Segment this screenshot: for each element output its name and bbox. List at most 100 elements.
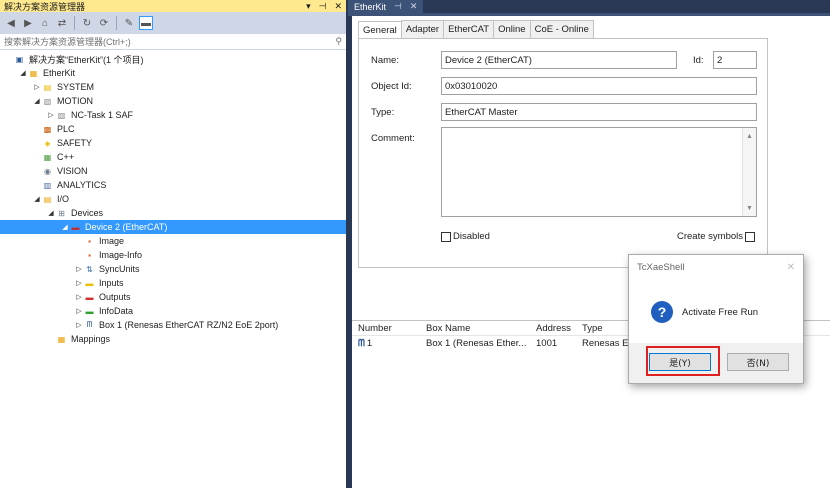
checkbox-box[interactable] (441, 231, 451, 242)
disabled-label: Disabled (453, 231, 490, 242)
tree-node-label: Mappings (71, 334, 111, 344)
close-icon[interactable]: ✕ (787, 262, 795, 273)
tree-node[interactable]: ◉ VISION (0, 164, 346, 178)
document-tabstrip: EtherKit ⊣ ✕ (348, 0, 830, 13)
close-icon[interactable]: ✕ (410, 1, 418, 12)
tree-node[interactable]: ▦ C++ (0, 150, 346, 164)
pin-icon[interactable]: ⊣ (319, 1, 327, 12)
id-field[interactable]: 2 (713, 51, 757, 69)
tree-node[interactable]: ◢ ▬ Device 2 (EtherCAT) (0, 220, 346, 234)
forward-icon[interactable]: ▶ (21, 16, 35, 30)
expand-icon[interactable]: ▷ (74, 307, 84, 315)
back-icon[interactable]: ◀ (4, 16, 18, 30)
sync-icon[interactable]: ⇄ (55, 16, 69, 30)
comment-field[interactable]: ▲ ▼ (441, 127, 757, 217)
tree-node[interactable]: ◈ SAFETY (0, 136, 346, 150)
expand-icon[interactable]: ▷ (74, 321, 84, 329)
tree-node[interactable]: ▷ ⇅ SyncUnits (0, 262, 346, 276)
tree-node[interactable]: ▪ Image-Info (0, 248, 346, 262)
tree-node[interactable]: ▷ ▬ Inputs (0, 276, 346, 290)
column-number[interactable]: Number (352, 323, 426, 334)
tab-adapter[interactable]: Adapter (400, 20, 445, 39)
tree-node[interactable]: ▷ ▬ InfoData (0, 304, 346, 318)
dropdown-icon[interactable]: ▾ (306, 1, 311, 12)
tree-node[interactable]: ◢ ▧ MOTION (0, 94, 346, 108)
vision-icon: ◉ (44, 166, 51, 176)
collapse-icon[interactable]: ◢ (18, 69, 28, 77)
system-icon: ▤ (43, 82, 52, 92)
column-box-name[interactable]: Box Name (426, 323, 536, 334)
tree-node-label: SyncUnits (99, 264, 140, 274)
solution-explorer-titlebar: 解决方案资源管理器 ▾ ⊣ ✕ (0, 0, 346, 12)
create-symbols-checkbox[interactable]: Create symbols (677, 231, 755, 242)
tree-node-label: Inputs (99, 278, 124, 288)
name-label: Name: (371, 55, 399, 66)
tab-online[interactable]: Online (493, 20, 531, 39)
tree-node[interactable]: ▷ ▬ Outputs (0, 290, 346, 304)
tree-node[interactable]: ◢ ▦ EtherKit (0, 66, 346, 80)
solution-icon: ▣ (15, 54, 24, 64)
tree-node[interactable]: ▷ ▧ NC-Task 1 SAF (0, 108, 346, 122)
object-id-field: 0x03010020 (441, 77, 757, 95)
tab-ethercat[interactable]: EtherCAT (443, 20, 495, 39)
collapse-icon[interactable]: ◢ (60, 223, 70, 231)
tree-node-label: Device 2 (EtherCAT) (85, 222, 168, 232)
type-field: EtherCAT Master (441, 103, 757, 121)
close-icon[interactable]: ✕ (334, 1, 342, 12)
scroll-up-icon[interactable]: ▲ (743, 130, 756, 142)
tree-node[interactable]: ▷ ᗰ Box 1 (Renesas EtherCAT RZ/N2 EoE 2por… (0, 318, 346, 332)
expand-icon[interactable]: ▷ (32, 83, 42, 91)
collapse-icon[interactable]: ◢ (46, 209, 56, 217)
collapse-icon[interactable]: ◢ (32, 97, 42, 105)
tree-node-label: MOTION (57, 96, 93, 106)
history-icon[interactable]: ↻ (80, 16, 94, 30)
scroll-down-icon[interactable]: ▼ (743, 202, 756, 214)
io-icon: ▤ (43, 194, 52, 204)
tree-node[interactable]: ▪ Image (0, 234, 346, 248)
search-box[interactable]: 搜索解决方案资源管理器(Ctrl+;) ⚲ (0, 34, 346, 50)
tree-node-label: Image-Info (99, 250, 143, 260)
tree-node-label: Outputs (99, 292, 131, 302)
home-icon[interactable]: ⌂ (38, 16, 52, 30)
name-field[interactable]: Device 2 (EtherCAT) (441, 51, 677, 69)
tree-node[interactable]: ◢ ⊞ Devices (0, 206, 346, 220)
expand-icon[interactable]: ▷ (74, 279, 84, 287)
tree-node[interactable]: ▦ Mappings (0, 332, 346, 346)
tree-node[interactable]: ▣ 解决方案“EtherKit”(1 个项目) (0, 52, 346, 66)
tree-node-label: 解决方案“EtherKit”(1 个项目) (29, 54, 144, 65)
tree-node[interactable]: ▷ ▤ SYSTEM (0, 80, 346, 94)
comment-scrollbar[interactable]: ▲ ▼ (742, 128, 756, 216)
document-tab-title: EtherKit (354, 1, 387, 12)
column-address[interactable]: Address (536, 323, 582, 334)
expand-icon[interactable]: ▷ (46, 111, 56, 119)
document-tab-etherkit[interactable]: EtherKit ⊣ ✕ (348, 0, 424, 13)
expand-icon[interactable]: ▷ (74, 265, 84, 273)
checkbox-box[interactable] (745, 231, 755, 242)
collapse-icon[interactable]: ▬ (139, 16, 153, 30)
dialog-title: TcXaeShell (637, 261, 685, 273)
refresh-icon[interactable]: ⟳ (97, 16, 111, 30)
tab-coe-online[interactable]: CoE - Online (529, 20, 594, 39)
comment-label: Comment: (371, 133, 415, 144)
inputs-icon: ▬ (85, 278, 94, 288)
tree-node[interactable]: ▥ ANALYTICS (0, 178, 346, 192)
expand-icon[interactable]: ▷ (74, 293, 84, 301)
search-icon[interactable]: ⚲ (335, 36, 342, 47)
tree-node-label: InfoData (99, 306, 134, 316)
tree-node[interactable]: ◢ ▤ I/O (0, 192, 346, 206)
collapse-icon[interactable]: ◢ (32, 195, 42, 203)
create-symbols-label: Create symbols (677, 231, 743, 242)
tree-node-label: PLC (57, 124, 75, 134)
pin-icon[interactable]: ⊣ (394, 1, 402, 12)
toolbar-separator (116, 16, 117, 30)
question-icon: ? (651, 301, 673, 323)
ethercat-device-icon: ▬ (71, 222, 80, 232)
disabled-checkbox[interactable]: Disabled (441, 231, 490, 242)
no-button[interactable]: 否(N) (727, 353, 789, 371)
box-icon: ᗰ (86, 320, 93, 329)
image-info-icon: ▪ (88, 250, 91, 260)
tree-node-label: ANALYTICS (57, 180, 107, 190)
wrench-icon[interactable]: ✎ (122, 16, 136, 30)
tree-node[interactable]: ▩ PLC (0, 122, 346, 136)
search-input[interactable]: 搜索解决方案资源管理器(Ctrl+;) (4, 35, 335, 48)
